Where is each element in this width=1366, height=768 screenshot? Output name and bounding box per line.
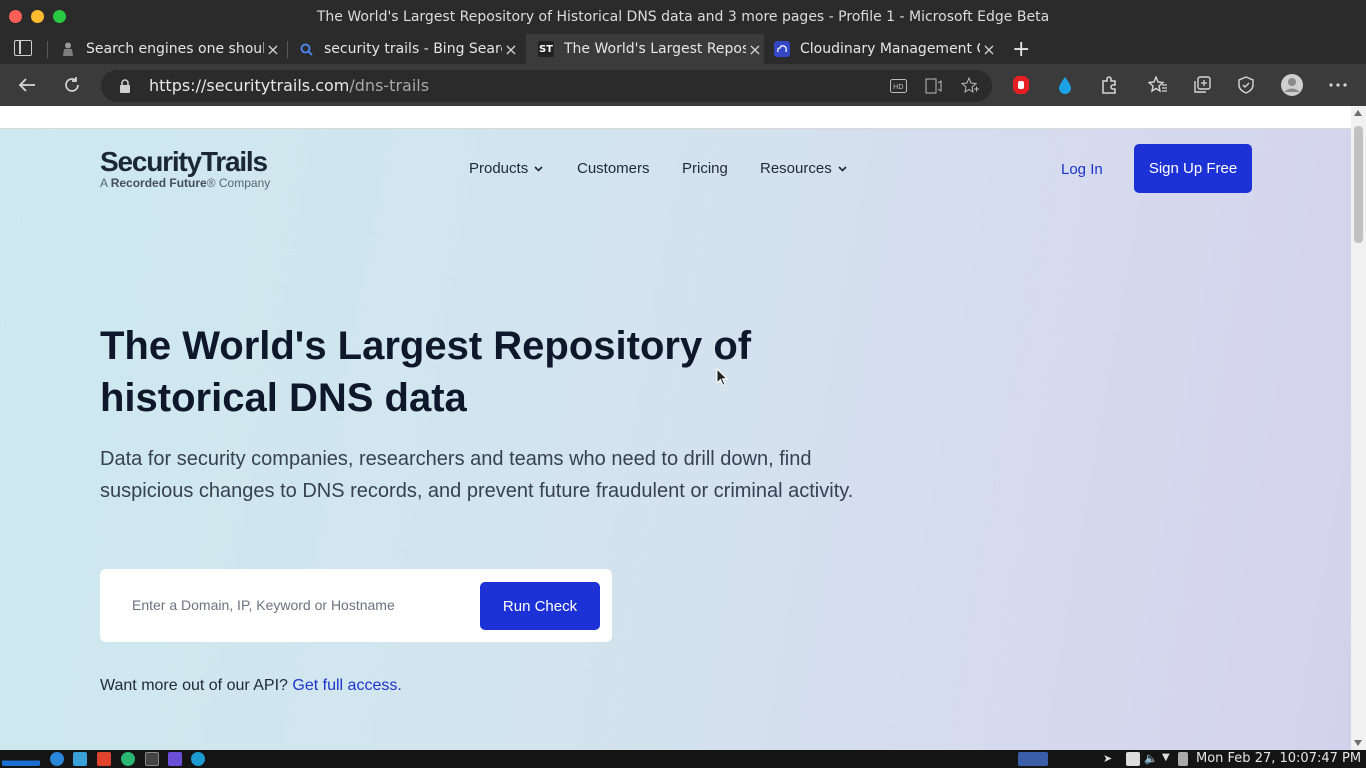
- url-domain: https://securitytrails.com: [149, 76, 350, 95]
- back-icon[interactable]: [16, 75, 38, 95]
- scrollbar-thumb[interactable]: [1354, 126, 1363, 243]
- signup-button[interactable]: Sign Up Free: [1134, 144, 1252, 193]
- api-promo: Want more out of our API? Get full acces…: [100, 677, 402, 695]
- page-scrollbar[interactable]: [1351, 106, 1366, 750]
- get-full-access-link[interactable]: Get full access.: [292, 677, 401, 694]
- close-tab-icon[interactable]: ×: [980, 40, 998, 59]
- tab-label: Cloudinary Management Console: [800, 41, 980, 57]
- logo-tagline-brand: Recorded Future: [110, 176, 207, 190]
- tab-label: Search engines one should: [86, 41, 264, 57]
- search-app-icon[interactable]: [191, 752, 205, 766]
- droplet-extension-icon[interactable]: [1056, 75, 1074, 95]
- announcement-strip: [0, 106, 1351, 129]
- scroll-up-icon[interactable]: [1354, 110, 1362, 116]
- hd-icon[interactable]: HD: [889, 78, 907, 94]
- close-tab-icon[interactable]: ×: [746, 40, 764, 59]
- tab-separator: [47, 41, 48, 58]
- nav-resources-label: Resources: [760, 160, 832, 177]
- wifi-icon[interactable]: ▼: [1162, 752, 1176, 766]
- tab-securitytrails-active[interactable]: ST The World's Largest Repository ×: [526, 34, 764, 64]
- url-text[interactable]: https://securitytrails.com/dns-trails: [149, 76, 429, 95]
- close-tab-icon[interactable]: ×: [502, 40, 520, 59]
- logo-tagline-suffix: ® Company: [206, 176, 271, 190]
- url-path: /dns-trails: [349, 76, 430, 95]
- api-promo-text: Want more out of our API?: [100, 677, 288, 694]
- run-check-button[interactable]: Run Check: [480, 582, 600, 630]
- scroll-down-icon[interactable]: [1354, 740, 1362, 746]
- profile-avatar-icon[interactable]: [1280, 73, 1304, 97]
- taskbar-clock[interactable]: Mon Feb 27, 10:07:47 PM: [1196, 751, 1361, 766]
- browser-taskbar-icon[interactable]: [121, 752, 135, 766]
- adblock-icon[interactable]: [1011, 75, 1031, 95]
- favorites-icon[interactable]: [1148, 75, 1168, 95]
- domain-search-box: Run Check: [100, 569, 612, 642]
- person-icon: [60, 41, 76, 57]
- window-title: The World's Largest Repository of Histor…: [316, 9, 1050, 25]
- add-favorite-icon[interactable]: [961, 77, 979, 95]
- logo-tagline-prefix: A: [100, 176, 111, 190]
- svg-text:HD: HD: [893, 83, 904, 91]
- lock-icon[interactable]: [119, 78, 131, 93]
- immersive-reader-icon[interactable]: [925, 78, 943, 94]
- new-tab-icon[interactable]: +: [1012, 37, 1030, 62]
- close-tab-icon[interactable]: ×: [264, 40, 282, 59]
- title-bar: The World's Largest Repository of Histor…: [0, 0, 1366, 34]
- tab-label: The World's Largest Repository: [564, 41, 746, 57]
- address-bar[interactable]: https://securitytrails.com/dns-trails HD: [101, 70, 992, 102]
- chevron-down-icon: [534, 164, 543, 175]
- tab-strip: Search engines one should × security tra…: [0, 34, 1366, 64]
- tab-bing-search[interactable]: security trails - Bing Search ×: [298, 34, 520, 64]
- desktop-icon[interactable]: [73, 752, 87, 766]
- browser-essentials-icon[interactable]: [1236, 75, 1256, 95]
- st-icon: ST: [538, 41, 554, 57]
- tab-cloudinary[interactable]: Cloudinary Management Console ×: [774, 34, 998, 64]
- tab-search-engines[interactable]: Search engines one should ×: [60, 34, 282, 64]
- edge-taskbar-icon[interactable]: [1018, 752, 1048, 766]
- nav-customers[interactable]: Customers: [577, 160, 650, 177]
- refresh-icon[interactable]: [61, 75, 83, 95]
- cpu-graph-icon: [2, 752, 40, 766]
- tab-separator: [287, 41, 288, 58]
- tab-actions-icon[interactable]: [14, 40, 32, 56]
- text-editor-icon[interactable]: [97, 752, 111, 766]
- send-icon[interactable]: ➤: [1103, 752, 1117, 766]
- battery-icon[interactable]: [1178, 752, 1188, 766]
- web-page: SecurityTrails A Recorded Future® Compan…: [0, 106, 1351, 750]
- extensions-icon[interactable]: [1099, 75, 1119, 95]
- domain-search-input[interactable]: [132, 593, 462, 617]
- app-launcher-icon[interactable]: [50, 752, 64, 766]
- nav-pricing[interactable]: Pricing: [682, 160, 728, 177]
- system-taskbar: ➤ 🔈 ▼ Mon Feb 27, 10:07:47 PM: [0, 750, 1366, 768]
- browser-toolbar: https://securitytrails.com/dns-trails HD: [0, 64, 1366, 106]
- chevron-down-icon: [838, 164, 847, 175]
- hero-subtext: Data for security companies, researchers…: [100, 448, 854, 502]
- bing-search-icon: [298, 41, 314, 57]
- tab-label: security trails - Bing Search: [324, 41, 502, 57]
- cloudinary-icon: [774, 41, 790, 57]
- terminal-icon[interactable]: [145, 752, 159, 766]
- nav-products-label: Products: [469, 160, 529, 177]
- mouse-cursor-icon: [716, 367, 729, 391]
- nav-products[interactable]: Products: [469, 160, 543, 177]
- volume-icon[interactable]: 🔈: [1144, 752, 1158, 766]
- nav-resources[interactable]: Resources: [760, 160, 847, 177]
- code-editor-icon[interactable]: [168, 752, 182, 766]
- hero-headline: The World's Largest Repository of histor…: [100, 324, 752, 420]
- securitytrails-logo[interactable]: SecurityTrails: [100, 146, 268, 178]
- logo-tagline: A Recorded Future® Company: [100, 176, 270, 190]
- login-link[interactable]: Log In: [1061, 161, 1103, 178]
- more-menu-icon[interactable]: [1328, 75, 1348, 95]
- network-icon[interactable]: [1126, 752, 1140, 766]
- collections-icon[interactable]: [1192, 75, 1212, 95]
